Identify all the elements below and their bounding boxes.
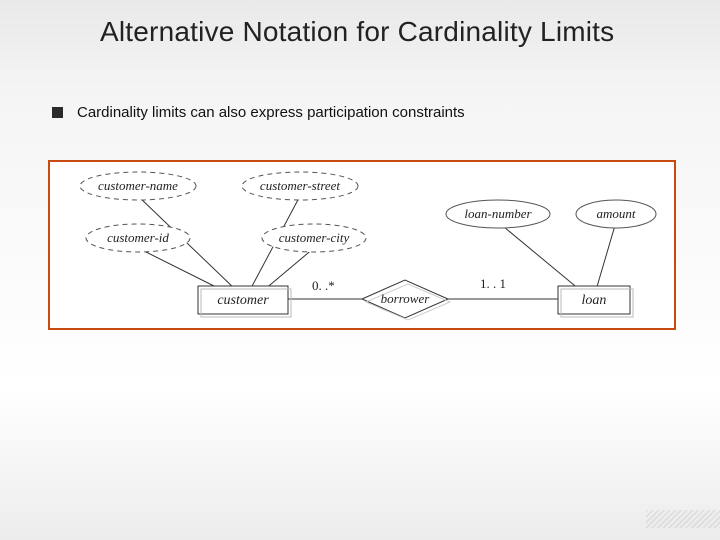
cardinality-left: 0. .* <box>312 278 335 293</box>
entity-customer: customer <box>217 293 269 308</box>
attr-loan-number: loan-number <box>464 206 532 221</box>
attr-customer-street: customer-street <box>260 178 341 193</box>
cardinality-right: 1. . 1 <box>480 276 506 291</box>
entity-loan: loan <box>582 293 607 308</box>
bullet-text: Cardinality limits can also express part… <box>77 104 465 121</box>
attr-amount: amount <box>597 206 636 221</box>
er-diagram: customer-name customer-street customer-i… <box>48 160 676 330</box>
bullet-item: Cardinality limits can also express part… <box>52 104 465 121</box>
slide: Alternative Notation for Cardinality Lim… <box>0 0 720 540</box>
corner-decoration <box>646 510 720 528</box>
square-bullet-icon <box>52 107 63 118</box>
attr-customer-name: customer-name <box>98 178 178 193</box>
relationship-borrower: borrower <box>381 291 431 306</box>
attr-customer-id: customer-id <box>107 230 169 245</box>
page-title: Alternative Notation for Cardinality Lim… <box>100 16 614 48</box>
attr-customer-city: customer-city <box>279 230 350 245</box>
